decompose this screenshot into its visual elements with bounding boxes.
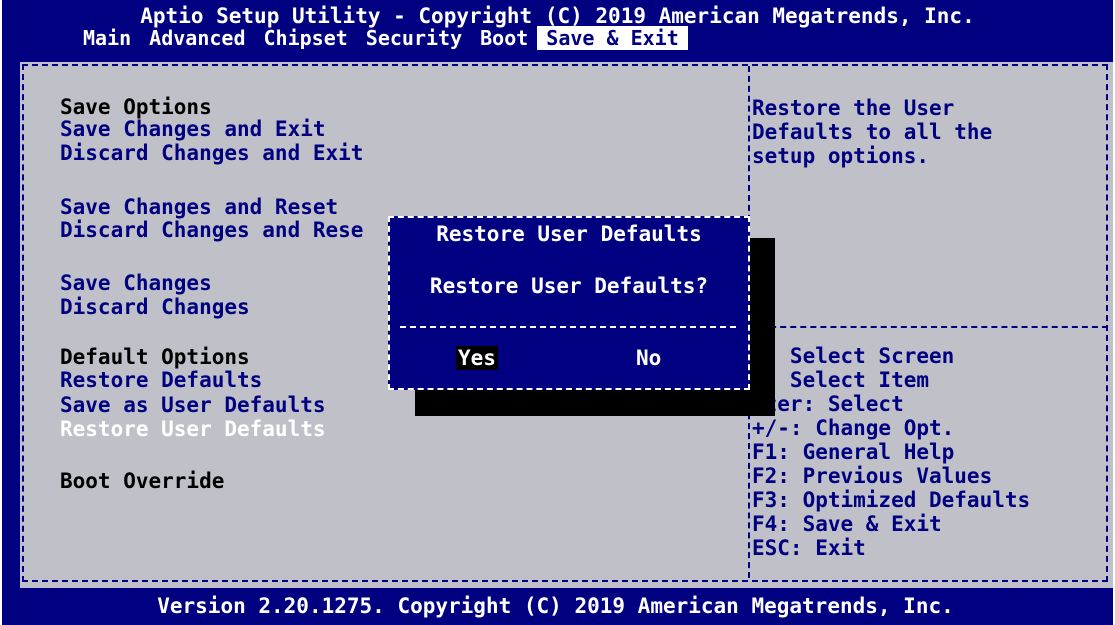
help-line: Restore the User xyxy=(752,96,955,120)
tab-bar: Main Advanced Chipset Security Boot Save… xyxy=(74,26,688,50)
restore-user-defaults-dialog: Restore User Defaults Restore User Defau… xyxy=(388,216,750,390)
boot-override-header: Boot Override xyxy=(60,469,225,493)
key-general-help: F1: General Help xyxy=(752,440,955,464)
save-options-header: Save Options xyxy=(60,95,212,119)
dialog-separator xyxy=(400,326,736,328)
tab-chipset[interactable]: Chipset xyxy=(255,26,357,50)
tab-security[interactable]: Security xyxy=(357,26,471,50)
keys-divider xyxy=(750,326,1108,328)
app-title: Aptio Setup Utility - Copyright (C) 2019… xyxy=(140,4,975,28)
default-options-header: Default Options xyxy=(60,345,250,369)
save-as-user-defaults-item[interactable]: Save as User Defaults xyxy=(60,394,326,416)
tab-advanced[interactable]: Advanced xyxy=(140,26,254,50)
key-select-screen: <: Select Screen xyxy=(752,344,955,368)
help-text: Restore the User Defaults to all the set… xyxy=(752,96,1102,168)
dialog-title: Restore User Defaults xyxy=(436,222,702,246)
version-footer: Version 2.20.1275. Copyright (C) 2019 Am… xyxy=(157,594,954,618)
key-enter-select: nter: Select xyxy=(752,392,904,416)
key-save-exit: F4: Save & Exit xyxy=(752,512,942,536)
yes-button[interactable]: Yes xyxy=(456,346,498,370)
discard-changes-and-reset-item[interactable]: Discard Changes and Rese xyxy=(60,219,363,241)
key-esc-exit: ESC: Exit xyxy=(752,536,866,560)
restore-defaults-item[interactable]: Restore Defaults xyxy=(60,369,262,391)
no-button[interactable]: No xyxy=(636,346,661,370)
save-changes-and-reset-item[interactable]: Save Changes and Reset xyxy=(60,196,338,218)
key-change-opt: +/-: Change Opt. xyxy=(752,416,955,440)
save-changes-item[interactable]: Save Changes xyxy=(60,272,212,294)
dialog-message: Restore User Defaults? xyxy=(429,274,709,298)
tab-boot[interactable]: Boot xyxy=(471,26,537,50)
save-changes-and-exit-item[interactable]: Save Changes and Exit xyxy=(60,118,326,140)
tab-save-exit[interactable]: Save & Exit xyxy=(537,26,688,50)
restore-user-defaults-item[interactable]: Restore User Defaults xyxy=(60,418,326,440)
help-line: setup options. xyxy=(752,144,930,168)
discard-changes-item[interactable]: Discard Changes xyxy=(60,296,250,318)
tab-main[interactable]: Main xyxy=(74,26,140,50)
key-legend: <: Select Screen v: Select Item nter: Se… xyxy=(752,344,1030,560)
key-previous-values: F2: Previous Values xyxy=(752,464,993,488)
key-optimized-defaults: F3: Optimized Defaults xyxy=(752,488,1031,512)
key-select-item: v: Select Item xyxy=(752,368,930,392)
help-line: Defaults to all the xyxy=(752,120,993,144)
discard-changes-and-exit-item[interactable]: Discard Changes and Exit xyxy=(60,142,363,164)
